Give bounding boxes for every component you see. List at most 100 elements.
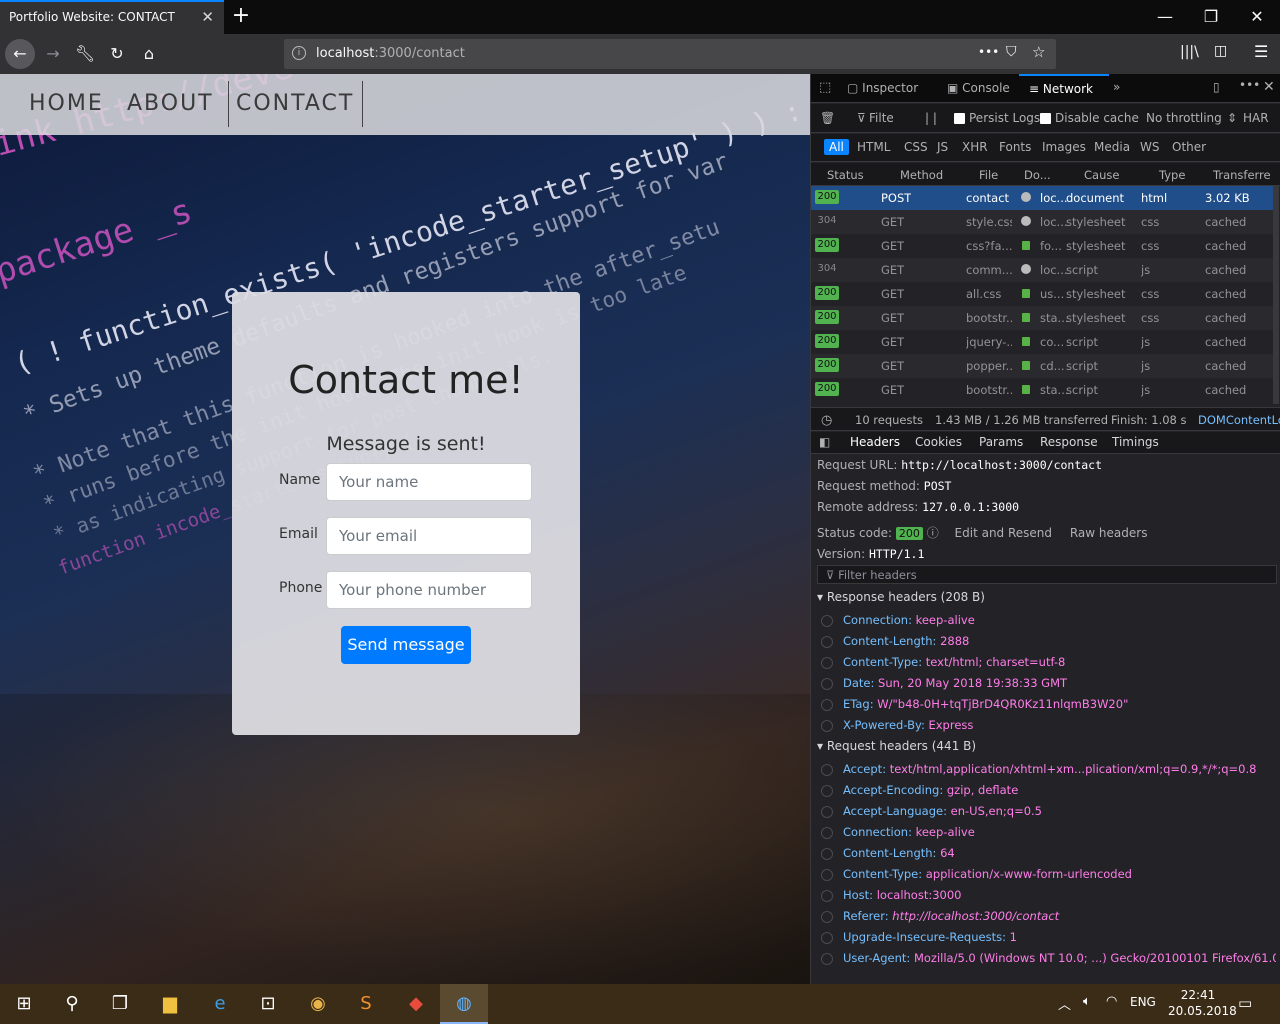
disable-cache-checkbox[interactable] [1040,113,1051,124]
request-row[interactable]: 200 GET popper.... cd... script js cache… [811,354,1273,378]
restore-icon[interactable]: ❐ [1188,4,1234,30]
send-message-button[interactable]: Send message [341,626,471,664]
nav-home-link[interactable]: HOME [29,91,104,116]
email-input[interactable]: Your email [326,517,532,555]
trash-icon[interactable]: 🗑︎ [820,111,835,125]
name-input[interactable]: Your name [326,463,532,501]
request-row[interactable]: 200 POST contact loc... document html 3.… [811,186,1273,210]
clock[interactable]: 22:41 20.05.2018 [1168,987,1237,1019]
raw-headers-toggle[interactable]: Raw headers [1070,526,1148,540]
col-transferred[interactable]: Transferre [1213,168,1280,182]
browser-tab[interactable]: Portfolio Website: CONTACT ✕ [0,0,224,34]
url-bar[interactable]: i localhost:3000/contact ••• ⛉ ☆ [284,39,1056,69]
har-menu[interactable]: HAR [1243,111,1269,125]
help-icon[interactable] [821,868,833,881]
type-xhr[interactable]: XHR [962,140,988,154]
col-domain[interactable]: Do... [1024,168,1051,182]
pause-icon[interactable]: | | [925,111,937,125]
filter-input[interactable]: Filter [869,111,893,125]
type-css[interactable]: CSS [904,140,928,154]
close-devtools-icon[interactable]: ✕ [1263,79,1275,95]
request-row[interactable]: 304 GET comm... loc... script js cached [811,258,1273,282]
tab-response[interactable]: Response [1040,435,1098,449]
help-icon[interactable] [821,826,833,839]
edge-icon[interactable]: e [196,984,244,1024]
git-icon[interactable]: ◆ [392,984,440,1024]
tab-network[interactable]: ≡ Network [1019,74,1109,103]
home-icon[interactable]: ⌂ [134,39,164,69]
type-images[interactable]: Images [1042,140,1086,154]
tab-console[interactable]: ▣ Console [947,74,1025,103]
help-icon[interactable] [821,763,833,776]
help-icon[interactable] [821,719,833,732]
tab-inspector[interactable]: ▢ Inspector [847,74,937,103]
filter-headers-input[interactable]: ⊽ Filter headers [817,565,1277,584]
help-icon[interactable] [821,847,833,860]
request-row[interactable]: 200 GET all.css us... stylesheet css cac… [811,282,1273,306]
devtools-menu-icon[interactable]: ••• [1239,78,1260,92]
volume-icon[interactable]: 🔈︎ [1083,994,1091,1009]
persist-logs-checkbox[interactable] [954,113,965,124]
chrome-icon[interactable]: ◉ [294,984,342,1024]
type-other[interactable]: Other [1172,140,1206,154]
tab-params[interactable]: Params [979,435,1023,449]
help-icon[interactable] [821,614,833,627]
request-headers-section[interactable]: ▾ Request headers (441 B) [817,739,976,753]
tab-cookies[interactable]: Cookies [915,435,962,449]
request-row[interactable]: 200 GET jquery-... co... script js cache… [811,330,1273,354]
col-file[interactable]: File [979,168,998,182]
reload-icon[interactable]: ↻ [102,39,132,69]
close-tab-icon[interactable]: ✕ [201,8,214,26]
tab-headers[interactable]: Headers [850,435,900,449]
forward-icon[interactable]: → [38,39,68,69]
toggle-panel-icon[interactable]: ◧ [819,435,830,449]
performance-icon[interactable]: ◷ [821,413,832,428]
nav-contact-link[interactable]: CONTACT [228,81,364,127]
help-icon[interactable] [821,931,833,944]
type-html[interactable]: HTML [857,140,890,154]
bookmark-star-icon[interactable]: ☆ [1032,43,1045,61]
nav-about-link[interactable]: ABOUT [127,91,214,116]
close-window-icon[interactable]: ✕ [1234,4,1280,30]
firefox-icon[interactable]: ◍ [440,984,488,1024]
more-tools-icon[interactable]: » [1113,80,1120,94]
language-indicator[interactable]: ENG [1130,995,1156,1009]
request-row[interactable]: 200 GET bootstr... sta... script js cach… [811,378,1273,402]
type-fonts[interactable]: Fonts [999,140,1031,154]
site-info-icon[interactable]: i [292,46,306,60]
page-actions-icon[interactable]: ••• [978,45,999,59]
help-icon[interactable] [821,656,833,669]
request-row[interactable]: 304 GET style.css loc... stylesheet css … [811,210,1273,234]
minimize-icon[interactable]: — [1142,4,1188,30]
phone-input[interactable]: Your phone number [326,571,532,609]
wifi-icon[interactable]: ◠ [1106,994,1117,1009]
col-method[interactable]: Method [900,168,943,182]
type-media[interactable]: Media [1094,140,1130,154]
dock-icon[interactable]: ▯ [1213,80,1220,94]
tab-timings[interactable]: Timings [1112,435,1159,449]
help-icon[interactable] [821,784,833,797]
request-row[interactable]: 200 GET bootstr... sta... stylesheet css… [811,306,1273,330]
notifications-icon[interactable]: ▭ [1238,994,1252,1012]
request-row[interactable]: 200 GET css?fa... fo... stylesheet css c… [811,234,1273,258]
throttling-select[interactable]: No throttling [1146,111,1222,125]
help-icon[interactable] [821,910,833,923]
library-icon[interactable]: |||\ [1180,44,1199,60]
col-status[interactable]: Status [827,168,864,182]
sidebar-icon[interactable]: ◫ [1214,43,1227,59]
type-ws[interactable]: WS [1140,140,1159,154]
help-icon[interactable]: ⓘ [927,526,939,540]
pocket-icon[interactable]: ⛉ [1006,44,1017,60]
requests-scrollbar[interactable] [1273,186,1279,404]
help-icon[interactable] [821,677,833,690]
back-icon[interactable]: ← [5,39,35,69]
show-hidden-icons-icon[interactable]: ︿ [1058,994,1071,1013]
type-all[interactable]: All [824,139,849,155]
edit-resend-button[interactable]: Edit and Resend [955,526,1052,540]
task-view-icon[interactable]: ❐ [96,984,144,1024]
help-icon[interactable] [821,635,833,648]
help-icon[interactable] [821,889,833,902]
response-headers-section[interactable]: ▾ Response headers (208 B) [817,590,985,604]
new-tab-icon[interactable]: + [230,3,252,29]
help-icon[interactable] [821,805,833,818]
